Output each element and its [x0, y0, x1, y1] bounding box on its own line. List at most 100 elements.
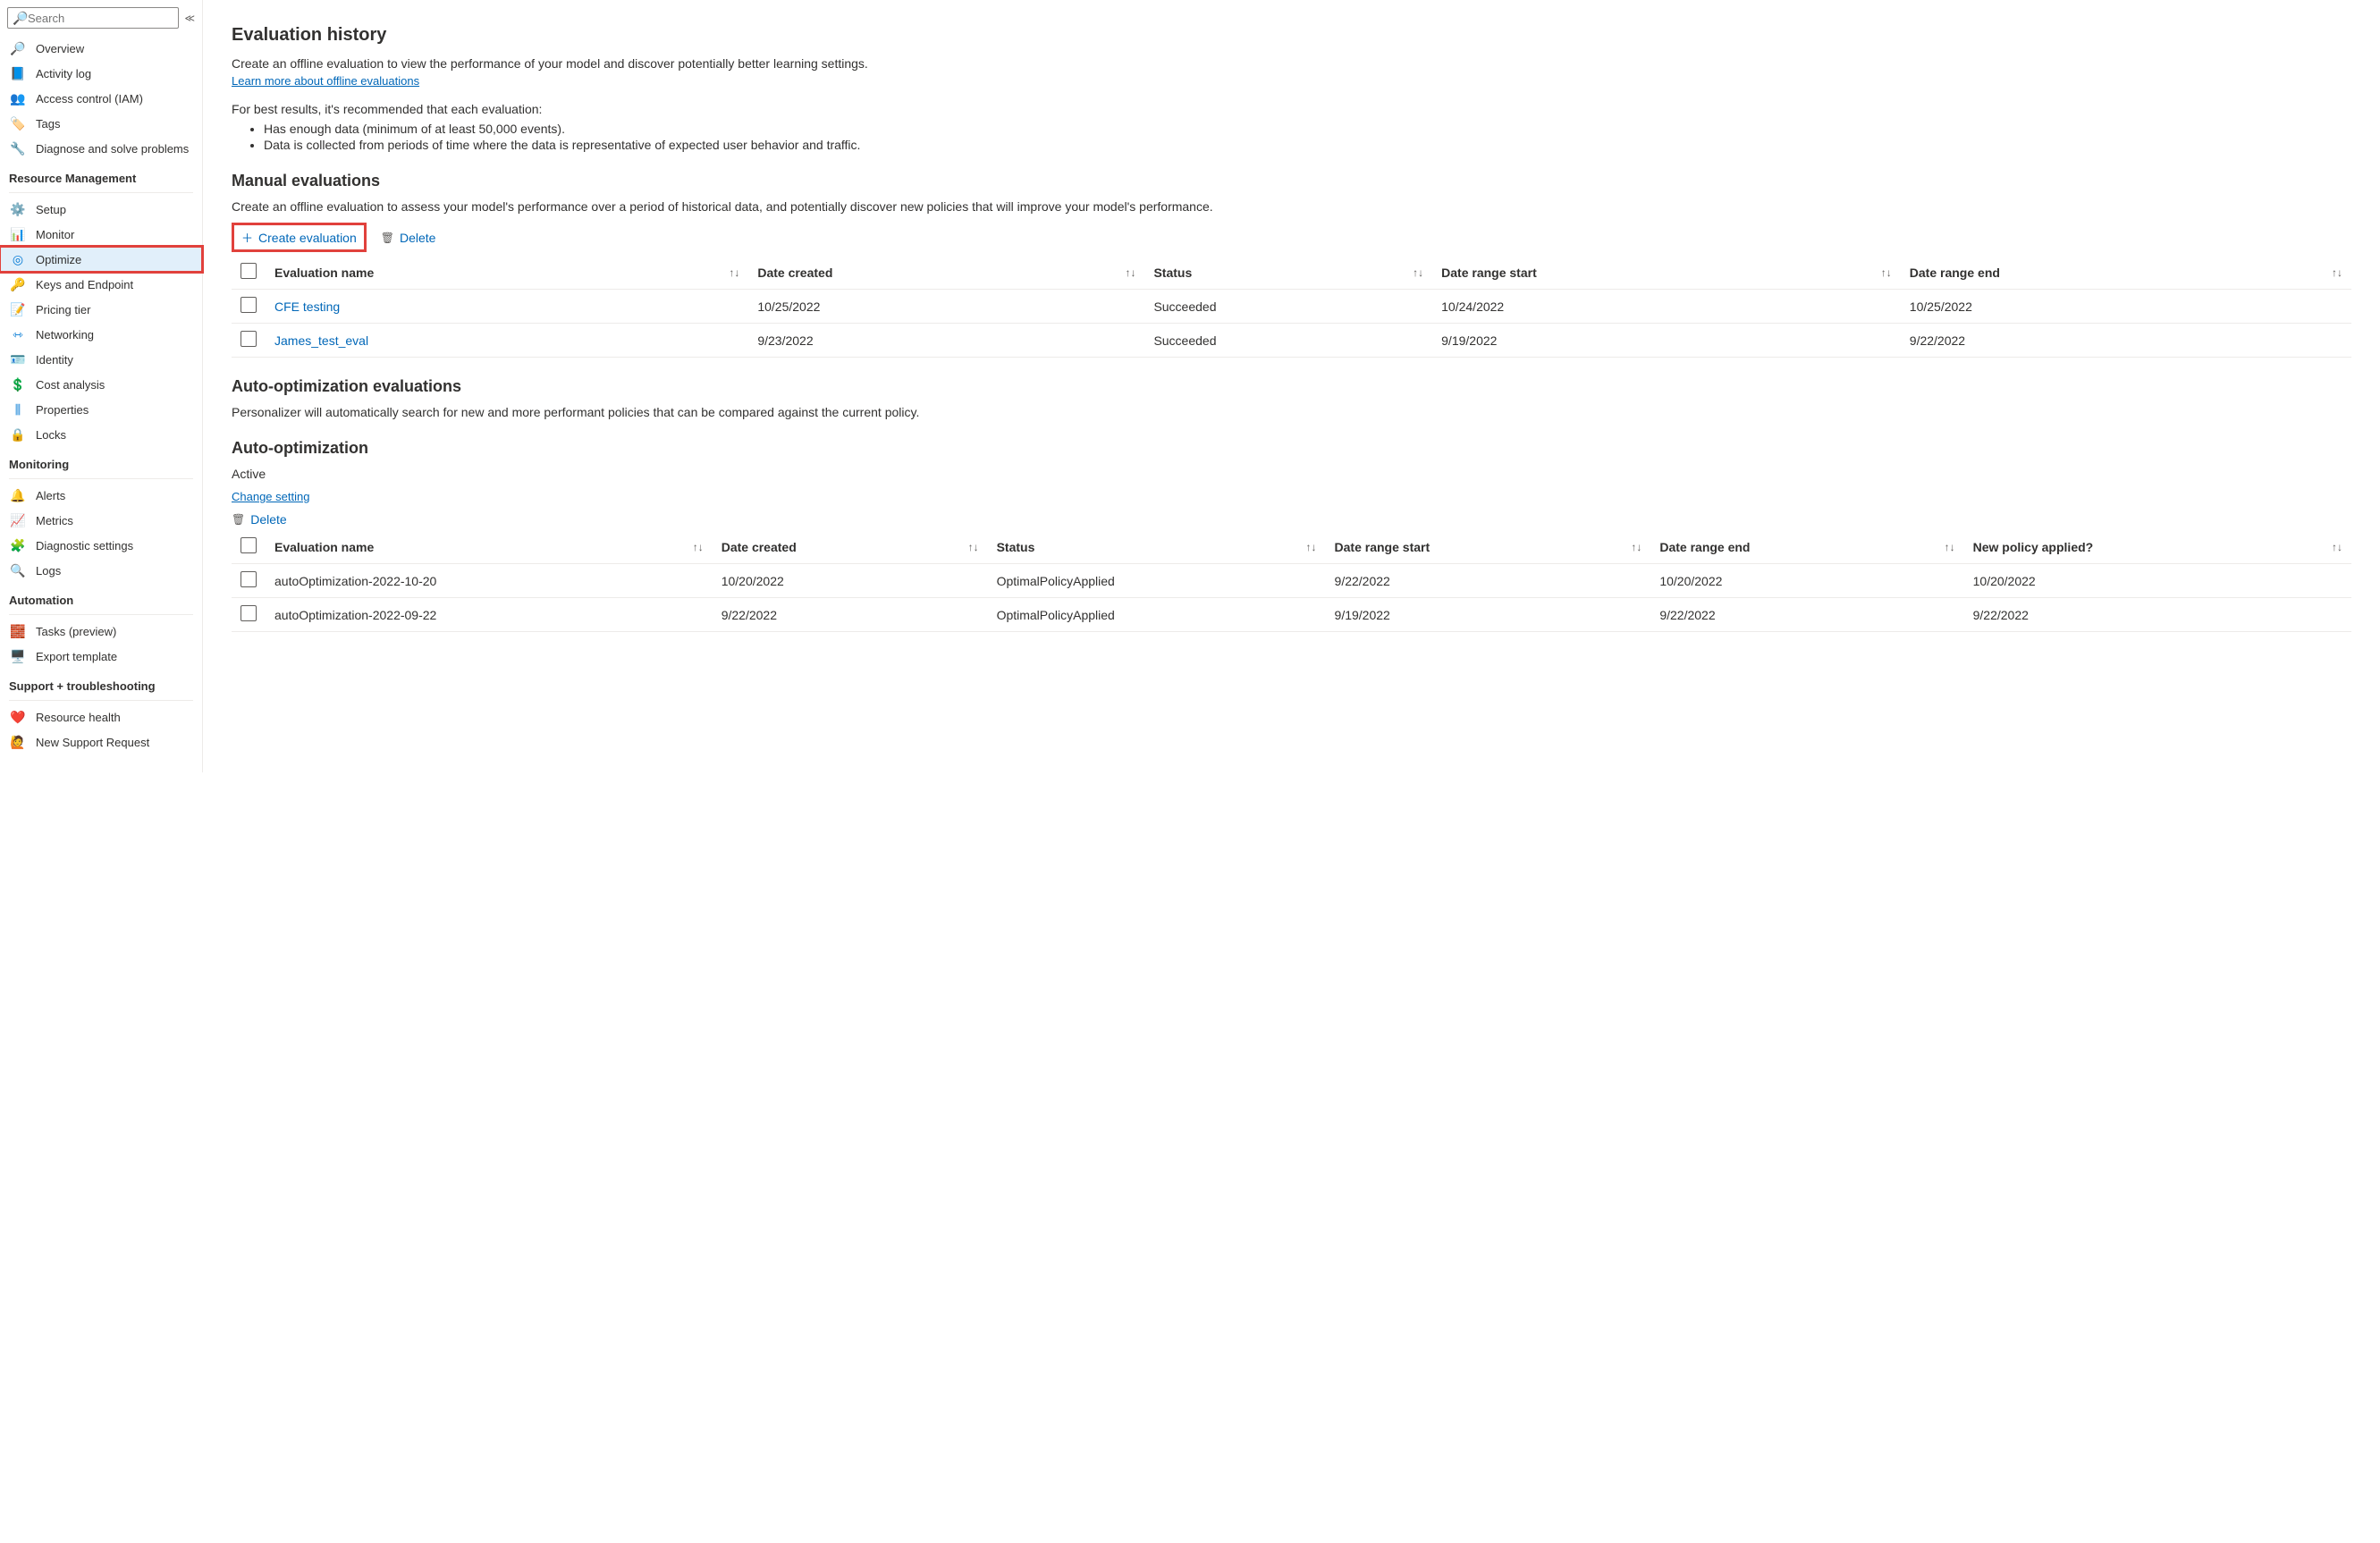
sidebar-item-networking[interactable]: ⇿ Networking	[0, 322, 202, 347]
checkbox-row[interactable]	[241, 331, 257, 347]
sidebar-item-monitor[interactable]: 📊 Monitor	[0, 222, 202, 247]
sidebar-item-locks[interactable]: 🔒 Locks	[0, 422, 202, 447]
checkbox-row[interactable]	[241, 605, 257, 621]
sidebar-item-resource-health[interactable]: ❤️ Resource health	[0, 704, 202, 729]
sidebar-item-label: Monitor	[36, 228, 74, 241]
sort-icon[interactable]: ↑↓	[2332, 266, 2342, 279]
nav-icon: ⫼	[11, 402, 25, 417]
search-icon: 🔎	[13, 11, 28, 25]
sidebar-item-label: New Support Request	[36, 736, 149, 749]
sidebar-item-metrics[interactable]: 📈 Metrics	[0, 508, 202, 533]
sidebar-item-tags[interactable]: 🏷️ Tags	[0, 111, 202, 136]
sidebar-item-new-support-request[interactable]: 🙋 New Support Request	[0, 729, 202, 755]
sort-icon[interactable]: ↑↓	[968, 541, 979, 553]
search-input[interactable]	[28, 12, 173, 25]
nav-icon: 🔔	[11, 488, 25, 502]
sidebar-section-header: Support + troubleshooting	[0, 669, 202, 698]
table-cell: OptimalPolicyApplied	[988, 598, 1326, 632]
column-header[interactable]: New policy applied?↑↓	[1964, 530, 2351, 564]
delete-evaluation-button[interactable]: 🗑 Delete	[381, 231, 436, 245]
table-row: autoOptimization-2022-10-2010/20/2022Opt…	[232, 564, 2351, 598]
change-setting-link[interactable]: Change setting	[232, 490, 309, 503]
sort-icon[interactable]: ↑↓	[1945, 541, 1955, 553]
checkbox-row[interactable]	[241, 297, 257, 313]
nav-icon: ❤️	[11, 710, 25, 724]
sort-icon[interactable]: ↑↓	[1413, 266, 1423, 279]
sort-icon[interactable]: ↑↓	[729, 266, 739, 279]
delete-autoopt-button[interactable]: 🗑 Delete	[232, 512, 287, 527]
sidebar-item-overview[interactable]: 🔎 Overview	[0, 36, 202, 61]
sidebar-item-label: Setup	[36, 203, 66, 216]
table-cell: 10/25/2022	[1901, 290, 2351, 324]
sidebar-item-setup[interactable]: ⚙️ Setup	[0, 197, 202, 222]
checkbox-all[interactable]	[241, 537, 257, 553]
sort-icon[interactable]: ↑↓	[693, 541, 704, 553]
column-header[interactable]: Date range end↑↓	[1650, 530, 1963, 564]
sidebar-item-access-control-iam-[interactable]: 👥 Access control (IAM)	[0, 86, 202, 111]
sidebar-item-diagnose-and-solve-problems[interactable]: 🔧 Diagnose and solve problems	[0, 136, 202, 161]
sidebar-item-label: Cost analysis	[36, 378, 105, 392]
page-title: Evaluation history	[232, 25, 2351, 46]
eval-history-desc: Create an offline evaluation to view the…	[232, 56, 2351, 71]
table-cell: autoOptimization-2022-09-22	[266, 598, 713, 632]
nav-icon: 🔑	[11, 277, 25, 291]
trash-icon: 🗑	[381, 232, 394, 244]
table-cell: 9/22/2022	[1901, 324, 2351, 358]
sidebar-item-identity[interactable]: 🪪 Identity	[0, 347, 202, 372]
sort-icon[interactable]: ↑↓	[1631, 541, 1642, 553]
evaluation-link[interactable]: James_test_eval	[274, 333, 368, 348]
nav-icon: 🔍	[11, 563, 25, 578]
sort-icon[interactable]: ↑↓	[1125, 266, 1135, 279]
sort-icon[interactable]: ↑↓	[1306, 541, 1317, 553]
learn-more-link[interactable]: Learn more about offline evaluations	[232, 74, 419, 88]
tips-intro: For best results, it's recommended that …	[232, 102, 2351, 116]
column-header[interactable]: Date created↑↓	[748, 256, 1144, 290]
sidebar-item-label: Diagnose and solve problems	[36, 142, 189, 156]
sidebar-item-label: Properties	[36, 403, 89, 417]
column-header[interactable]: Date range start↑↓	[1432, 256, 1901, 290]
collapse-sidebar-icon[interactable]: ≪	[184, 13, 195, 24]
table-row: autoOptimization-2022-09-229/22/2022Opti…	[232, 598, 2351, 632]
tip-item: Data is collected from periods of time w…	[264, 138, 2351, 152]
checkbox-row[interactable]	[241, 571, 257, 587]
nav-icon: 🙋	[11, 735, 25, 749]
sidebar-item-alerts[interactable]: 🔔 Alerts	[0, 483, 202, 508]
checkbox-all[interactable]	[241, 263, 257, 279]
table-cell: OptimalPolicyApplied	[988, 564, 1326, 598]
create-evaluation-button[interactable]: ＋ Create evaluation	[232, 223, 367, 252]
tips-list: Has enough data (minimum of at least 50,…	[264, 122, 2351, 152]
column-header[interactable]: Evaluation name↑↓	[266, 256, 748, 290]
sidebar-item-label: Tasks (preview)	[36, 625, 116, 638]
sidebar-item-label: Pricing tier	[36, 303, 90, 316]
table-cell: autoOptimization-2022-10-20	[266, 564, 713, 598]
column-header[interactable]: Status↑↓	[1144, 256, 1432, 290]
sidebar-item-logs[interactable]: 🔍 Logs	[0, 558, 202, 583]
sort-icon[interactable]: ↑↓	[1881, 266, 1892, 279]
column-header[interactable]: Evaluation name↑↓	[266, 530, 713, 564]
column-header[interactable]: Date range end↑↓	[1901, 256, 2351, 290]
sidebar-item-activity-log[interactable]: 📘 Activity log	[0, 61, 202, 86]
sidebar-item-label: Tags	[36, 117, 60, 131]
sidebar-item-diagnostic-settings[interactable]: 🧩 Diagnostic settings	[0, 533, 202, 558]
sidebar-item-keys-and-endpoint[interactable]: 🔑 Keys and Endpoint	[0, 272, 202, 297]
sidebar-item-optimize[interactable]: ◎ Optimize	[0, 247, 202, 272]
sort-icon[interactable]: ↑↓	[2332, 541, 2342, 553]
sidebar-item-export-template[interactable]: 🖥️ Export template	[0, 644, 202, 669]
sidebar-item-tasks-preview-[interactable]: 🧱 Tasks (preview)	[0, 619, 202, 644]
table-cell: Succeeded	[1144, 324, 1432, 358]
search-box[interactable]: 🔎	[7, 7, 179, 29]
sidebar-item-label: Identity	[36, 353, 73, 367]
table-cell: 10/24/2022	[1432, 290, 1901, 324]
column-header[interactable]: Date range start↑↓	[1326, 530, 1651, 564]
sidebar-item-pricing-tier[interactable]: 📝 Pricing tier	[0, 297, 202, 322]
sidebar-item-properties[interactable]: ⫼ Properties	[0, 397, 202, 422]
table-row: James_test_eval9/23/2022Succeeded9/19/20…	[232, 324, 2351, 358]
sidebar-item-label: Overview	[36, 42, 84, 55]
evaluation-link[interactable]: CFE testing	[274, 299, 340, 314]
column-header[interactable]: Date created↑↓	[713, 530, 988, 564]
column-header[interactable]: Status↑↓	[988, 530, 1326, 564]
table-cell: 10/25/2022	[748, 290, 1144, 324]
nav-icon: 🧱	[11, 624, 25, 638]
sidebar-item-cost-analysis[interactable]: 💲 Cost analysis	[0, 372, 202, 397]
sidebar-item-label: Access control (IAM)	[36, 92, 143, 105]
